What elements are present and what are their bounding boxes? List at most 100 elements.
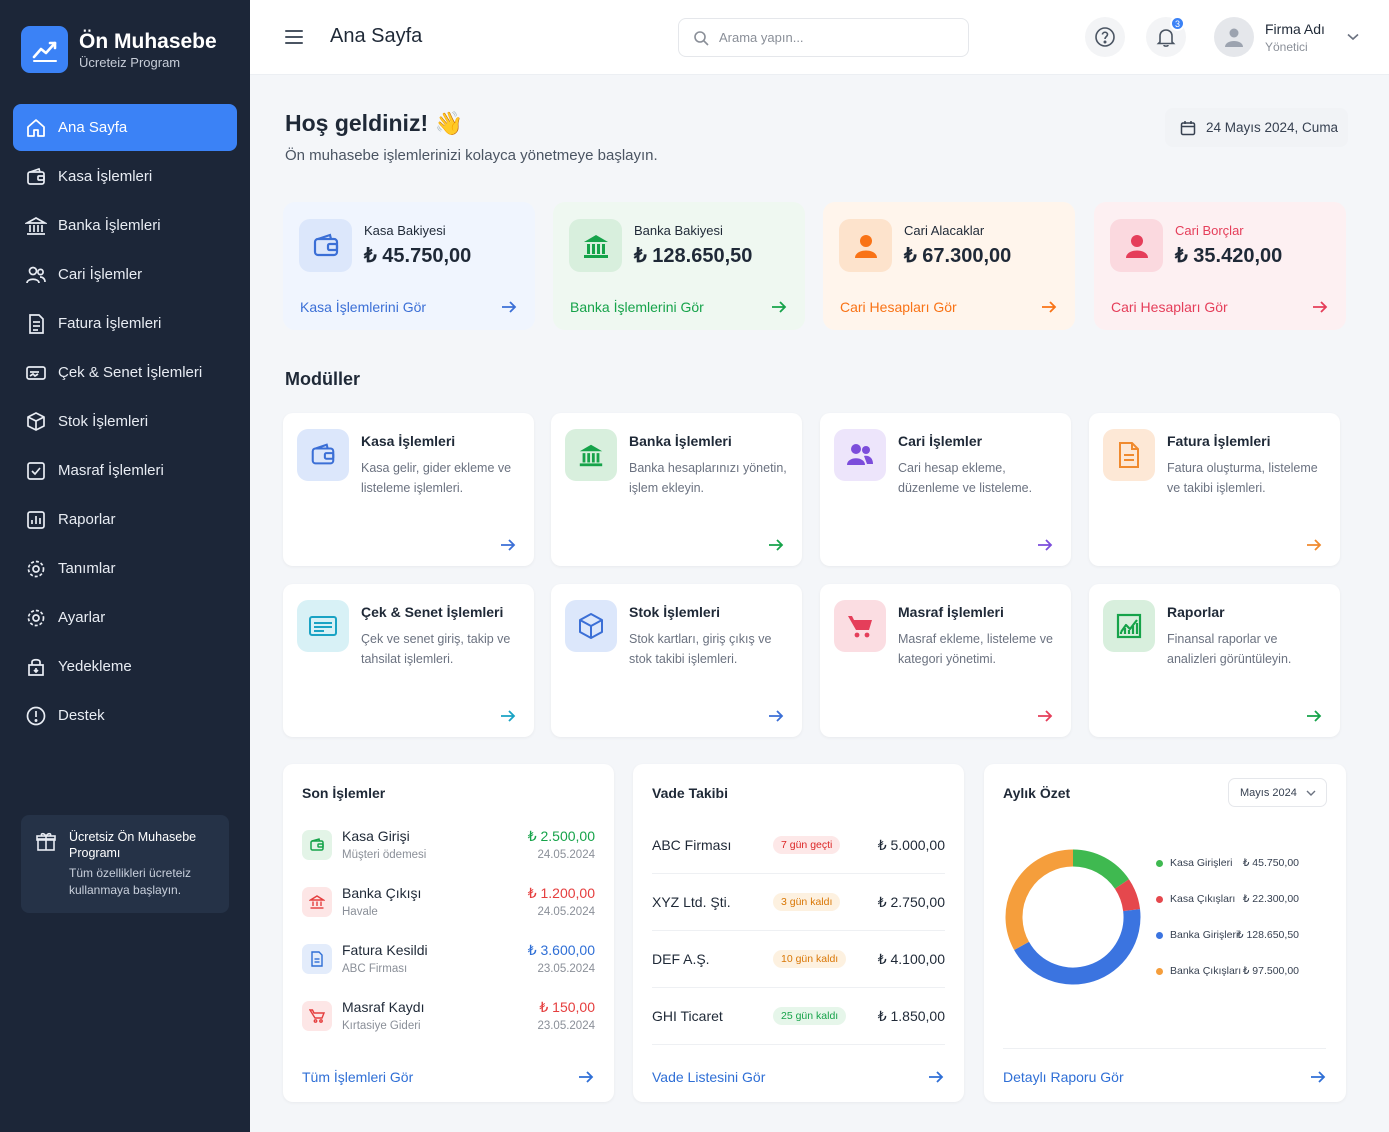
sidebar-item-label: Destek — [58, 707, 105, 724]
legend-label: Kasa Çıkışları — [1170, 893, 1236, 905]
sidebar-item-cek-senet[interactable]: Çek & Senet İşlemleri — [13, 349, 237, 396]
due-row[interactable]: ABC Firması 7 gün geçti ₺ 5.000,00 — [652, 817, 945, 874]
sidebar-item-cari[interactable]: Cari İşlemler — [13, 251, 237, 298]
chart-icon — [1103, 600, 1155, 652]
due-name: XYZ Ltd. Şti. — [652, 894, 731, 910]
due-row[interactable]: GHI Ticaret 25 gün kaldı ₺ 1.850,00 — [652, 988, 945, 1045]
module-card-stok[interactable]: Stok İşlemleri Stok kartları, giriş çıkı… — [551, 584, 802, 737]
panel-footer-label: Tüm İşlemleri Gör — [302, 1069, 414, 1085]
module-title: Banka İşlemleri — [629, 433, 732, 449]
summary-link-alacak[interactable]: Cari Hesapları Gör — [840, 299, 1057, 315]
user-role: Yönetici — [1265, 40, 1308, 54]
summary-label: Cari Borçlar — [1175, 222, 1244, 238]
arrow-right-icon — [578, 1070, 594, 1084]
arrow-right-icon — [501, 300, 517, 314]
summary-card-alacak: Cari Alacaklar ₺ 67.300,00 Cari Hesaplar… — [823, 202, 1075, 330]
arrow-right-icon — [771, 300, 787, 314]
module-card-kasa[interactable]: Kasa İşlemleri Kasa gelir, gider ekleme … — [283, 413, 534, 566]
module-card-raporlar[interactable]: Raporlar Finansal raporlar ve analizleri… — [1089, 584, 1340, 737]
due-status-badge: 7 gün geçti — [773, 836, 841, 854]
user-menu[interactable]: Firma Adı Yönetici — [1214, 17, 1359, 57]
due-status-badge: 10 gün kaldı — [773, 950, 847, 968]
summary-card-borc: Cari Borçlar ₺ 35.420,00 Cari Hesapları … — [1094, 202, 1346, 330]
arrow-right-icon — [1037, 709, 1053, 723]
due-amount: ₺ 4.100,00 — [877, 950, 945, 967]
arrow-right-icon — [1310, 1070, 1326, 1084]
transaction-row[interactable]: Masraf Kaydı Kırtasiye Gideri ₺ 150,00 2… — [302, 997, 595, 1041]
summary-label: Kasa Bakiyesi — [364, 222, 446, 238]
module-card-cek-senet[interactable]: Çek & Senet İşlemleri Çek ve senet giriş… — [283, 584, 534, 737]
search-input[interactable] — [719, 30, 949, 45]
due-tracking-panel: Vade Takibi ABC Firması 7 gün geçti ₺ 5.… — [633, 764, 964, 1102]
module-desc: Cari hesap ekleme, düzenleme ve listelem… — [898, 461, 1033, 495]
module-title: Raporlar — [1167, 604, 1225, 620]
sidebar-item-fatura[interactable]: Fatura İşlemleri — [13, 300, 237, 347]
due-list-link[interactable]: Vade Listesini Gör — [652, 1069, 944, 1085]
arrow-right-icon — [1306, 538, 1322, 552]
legend-label: Kasa Girişleri — [1170, 857, 1233, 869]
all-transactions-link[interactable]: Tüm İşlemleri Gör — [302, 1069, 594, 1085]
due-row[interactable]: XYZ Ltd. Şti. 3 gün kaldı ₺ 2.750,00 — [652, 874, 945, 931]
notifications-button[interactable]: 3 — [1146, 16, 1186, 57]
sidebar-item-stok[interactable]: Stok İşlemleri — [13, 398, 237, 445]
report-icon — [25, 509, 47, 531]
legend-label: Banka Çıkışları — [1170, 965, 1242, 977]
transaction-name: Kasa Girişi — [342, 828, 410, 844]
module-card-banka[interactable]: Banka İşlemleri Banka hesaplarınızı yöne… — [551, 413, 802, 566]
sidebar-item-ayarlar[interactable]: Ayarlar — [13, 594, 237, 641]
arrow-right-icon — [500, 538, 516, 552]
summary-link-kasa[interactable]: Kasa İşlemlerini Gör — [300, 299, 517, 315]
sidebar-item-label: Stok İşlemleri — [58, 413, 149, 430]
sidebar-item-raporlar[interactable]: Raporlar — [13, 496, 237, 543]
bank-icon — [569, 219, 622, 272]
backup-icon — [25, 656, 47, 678]
legend-dot — [1156, 895, 1163, 903]
sidebar-item-destek[interactable]: Destek — [13, 692, 237, 739]
sidebar-item-tanimlar[interactable]: Tanımlar — [13, 545, 237, 592]
wallet-icon — [302, 830, 332, 860]
transaction-row[interactable]: Banka Çıkışı Havale ₺ 1.200,00 24.05.202… — [302, 883, 595, 927]
brand-title: Ön Muhasebe — [79, 29, 217, 53]
sidebar-item-kasa[interactable]: Kasa İşlemleri — [13, 153, 237, 200]
definitions-icon — [25, 558, 47, 580]
gift-icon — [35, 829, 57, 913]
summary-link-borc[interactable]: Cari Hesapları Gör — [1111, 299, 1328, 315]
transaction-row[interactable]: Fatura Kesildi ABC Firması ₺ 3.600,00 23… — [302, 940, 595, 984]
panel-footer-label: Vade Listesini Gör — [652, 1069, 766, 1085]
search-box — [678, 18, 969, 57]
module-title: Fatura İşlemleri — [1167, 433, 1271, 449]
module-card-fatura[interactable]: Fatura İşlemleri Fatura oluşturma, liste… — [1089, 413, 1340, 566]
due-row[interactable]: DEF A.Ş. 10 gün kaldı ₺ 4.100,00 — [652, 931, 945, 988]
sidebar-item-label: Çek & Senet İşlemleri — [58, 364, 203, 381]
module-desc: Banka hesaplarınızı yönetin, işlem ekley… — [629, 461, 787, 495]
sidebar-nav: Ana Sayfa Kasa İşlemleri Banka İşlemleri… — [13, 104, 237, 741]
due-name: GHI Ticaret — [652, 1008, 723, 1024]
module-card-cari[interactable]: Cari İşlemler Cari hesap ekleme, düzenle… — [820, 413, 1071, 566]
sidebar-item-ana-sayfa[interactable]: Ana Sayfa — [13, 104, 237, 151]
sidebar-item-label: Banka İşlemleri — [58, 217, 161, 234]
user-icon — [1110, 219, 1163, 272]
transaction-row[interactable]: Kasa Girişi Müşteri ödemesi ₺ 2.500,00 2… — [302, 826, 595, 870]
summary-value: ₺ 128.650,50 — [634, 244, 753, 267]
check-icon — [297, 600, 349, 652]
sidebar-item-masraf[interactable]: Masraf İşlemleri — [13, 447, 237, 494]
help-button[interactable] — [1085, 17, 1125, 57]
summary-value: ₺ 35.420,00 — [1175, 244, 1283, 267]
summary-value: ₺ 45.750,00 — [364, 244, 472, 267]
month-select[interactable]: Mayıs 2024 — [1228, 778, 1327, 807]
sidebar-item-yedekleme[interactable]: Yedekleme — [13, 643, 237, 690]
module-title: Çek & Senet İşlemleri — [361, 604, 504, 620]
detailed-report-link[interactable]: Detaylı Raporu Gör — [1003, 1069, 1326, 1085]
hamburger-menu-icon[interactable] — [283, 27, 305, 47]
invoice-icon — [302, 944, 332, 974]
transaction-amount: ₺ 2.500,00 — [527, 828, 595, 844]
due-name: ABC Firması — [652, 837, 732, 853]
module-card-masraf[interactable]: Masraf İşlemleri Masraf ekleme, listelem… — [820, 584, 1071, 737]
calendar-icon — [1180, 120, 1196, 136]
invoice-icon — [1103, 429, 1155, 481]
transaction-name: Masraf Kaydı — [342, 999, 425, 1015]
monthly-summary-panel: Aylık Özet Mayıs 2024 Kasa Girişleri ₺ 45… — [984, 764, 1346, 1102]
sidebar-item-banka[interactable]: Banka İşlemleri — [13, 202, 237, 249]
legend-item: Banka Çıkışları ₺ 97.500,00 — [1156, 964, 1326, 978]
summary-link-banka[interactable]: Banka İşlemlerini Gör — [570, 299, 787, 315]
